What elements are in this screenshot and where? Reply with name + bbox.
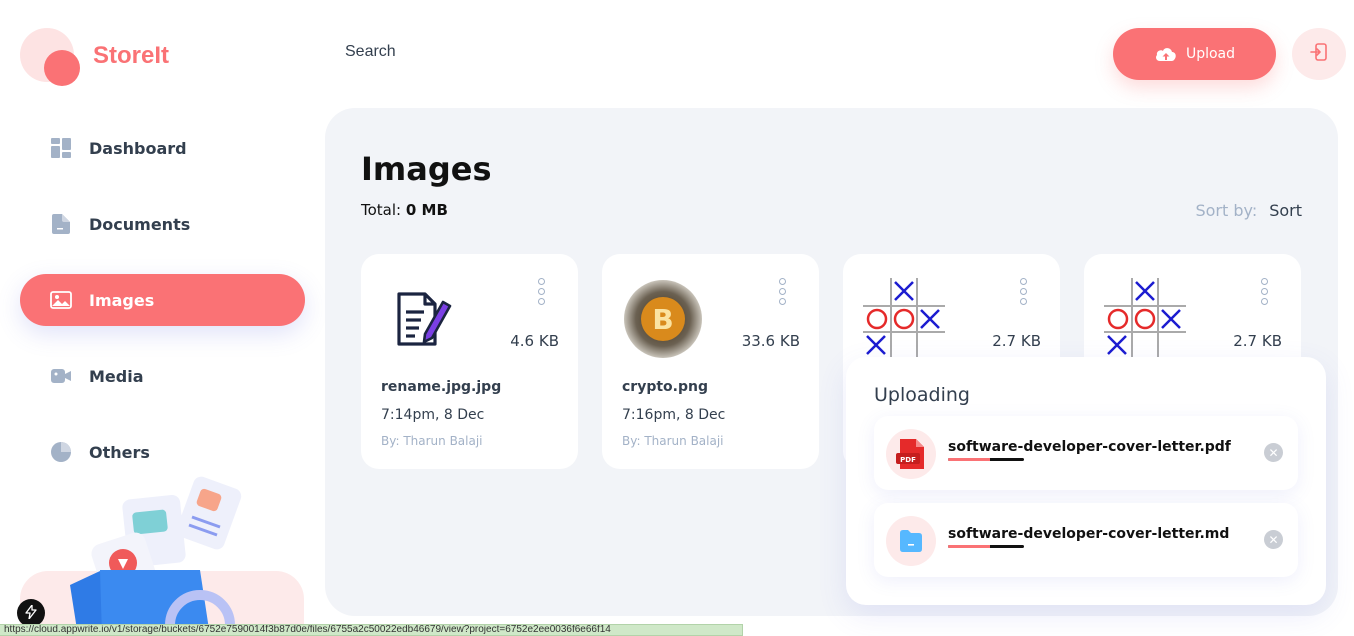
more-options-icon[interactable]	[1259, 278, 1269, 305]
sidebar-item-media[interactable]: Media	[20, 350, 305, 402]
sidebar-nav: Dashboard Documents Images Media Others	[20, 122, 305, 502]
sidebar-item-documents[interactable]: Documents	[20, 198, 305, 250]
file-owner: By: Tharun Balaji	[381, 434, 483, 448]
bitcoin-image: B	[622, 278, 704, 360]
sidebar-item-dashboard[interactable]: Dashboard	[20, 122, 305, 174]
sidebar-item-label: Media	[89, 366, 144, 386]
file-size: 2.7 KB	[992, 332, 1041, 350]
files-illustration-image	[70, 476, 242, 636]
upload-item: PDF software-developer-cover-letter.pdf …	[874, 416, 1298, 490]
close-icon: ✕	[1268, 532, 1279, 547]
upload-item: software-developer-cover-letter.md ✕	[874, 503, 1298, 577]
more-options-icon[interactable]	[536, 278, 546, 305]
upload-button[interactable]: Upload	[1113, 28, 1276, 80]
total-label: Total:	[361, 201, 402, 219]
sidebar-item-label: Images	[89, 290, 155, 310]
pdf-icon: PDF	[886, 429, 936, 479]
upload-progress-fill	[948, 545, 990, 548]
sidebar-item-others[interactable]: Others	[20, 426, 305, 478]
lightning-icon	[25, 603, 37, 623]
cancel-upload-button[interactable]: ✕	[1264, 530, 1283, 549]
file-name: crypto.png	[622, 379, 708, 395]
svg-text:PDF: PDF	[900, 456, 916, 464]
sort-select[interactable]: Sort	[1269, 201, 1302, 220]
search-input[interactable]: Search	[345, 43, 396, 61]
upload-file-name: software-developer-cover-letter.pdf	[948, 439, 1231, 455]
sidebar-item-label: Documents	[89, 214, 191, 234]
sidebar-item-images[interactable]: Images	[20, 274, 305, 326]
sort-label: Sort by:	[1195, 201, 1258, 220]
uploading-title: Uploading	[874, 384, 970, 406]
file-size: 2.7 KB	[1233, 332, 1282, 350]
upload-progress-bar	[948, 458, 1024, 461]
file-owner: By: Tharun Balaji	[622, 434, 724, 448]
file-size: 33.6 KB	[741, 332, 800, 350]
logo-circle-dark	[44, 50, 80, 86]
tictactoe-image	[863, 278, 945, 360]
close-icon: ✕	[1268, 445, 1279, 460]
file-card[interactable]: 4.6 KB rename.jpg.jpg 7:14pm, 8 Dec By: …	[361, 254, 578, 469]
media-icon	[50, 365, 72, 387]
logout-icon	[1308, 41, 1330, 67]
cloud-upload-icon	[1154, 45, 1178, 63]
images-icon	[50, 289, 72, 311]
uploading-panel: Uploading PDF software-developer-cover-l…	[846, 357, 1326, 605]
upload-progress-bar	[948, 545, 1024, 548]
sort-control: Sort by: Sort	[1195, 201, 1302, 220]
file-date: 7:16pm, 8 Dec	[622, 407, 726, 423]
app-logo[interactable]: StoreIt	[20, 28, 200, 88]
cancel-upload-button[interactable]: ✕	[1264, 443, 1283, 462]
logout-button[interactable]	[1292, 28, 1346, 80]
upload-progress-fill	[948, 458, 990, 461]
file-date: 7:14pm, 8 Dec	[381, 407, 485, 423]
sidebar-illustration	[20, 475, 305, 636]
dashboard-icon	[50, 137, 72, 159]
tictactoe-image	[1104, 278, 1186, 360]
sidebar-item-label: Others	[89, 442, 150, 462]
others-icon	[50, 441, 72, 463]
svg-text:B: B	[652, 303, 673, 336]
more-options-icon[interactable]	[777, 278, 787, 305]
sidebar-item-label: Dashboard	[89, 138, 187, 158]
file-card[interactable]: B 33.6 KB crypto.png 7:16pm, 8 Dec By: T…	[602, 254, 819, 469]
page-title: Images	[361, 150, 492, 188]
file-icon	[886, 516, 936, 566]
file-size: 4.6 KB	[510, 332, 559, 350]
dev-tools-badge[interactable]	[17, 599, 45, 627]
file-name: rename.jpg.jpg	[381, 379, 502, 395]
total-value: 0 MB	[405, 201, 448, 219]
total-size: Total: 0 MB	[361, 201, 448, 219]
link-status-bar: https://cloud.appwrite.io/v1/storage/buc…	[0, 624, 743, 636]
more-options-icon[interactable]	[1018, 278, 1028, 305]
upload-button-label: Upload	[1185, 46, 1236, 62]
documents-icon	[50, 213, 72, 235]
app-name: StoreIt	[93, 42, 170, 69]
upload-file-name: software-developer-cover-letter.md	[948, 526, 1230, 542]
document-edit-icon	[381, 278, 463, 360]
